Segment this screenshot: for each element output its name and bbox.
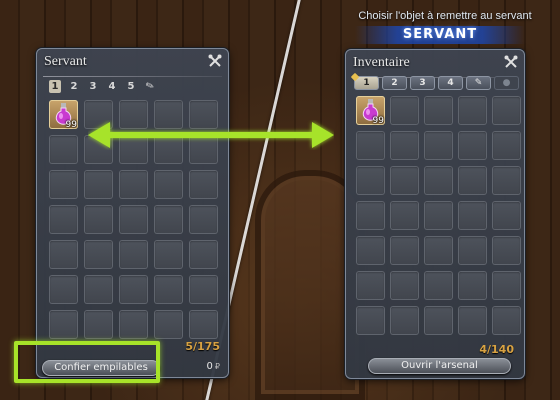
entrust-button-highlight bbox=[14, 341, 160, 383]
servant-item-slot[interactable] bbox=[84, 205, 113, 234]
inventory-item-slot[interactable] bbox=[390, 131, 419, 160]
servant-tab-1[interactable]: 1 bbox=[49, 80, 61, 93]
inventory-item-slot[interactable] bbox=[492, 271, 521, 300]
servant-item-slot[interactable] bbox=[189, 310, 218, 339]
servant-item-slot[interactable] bbox=[119, 310, 148, 339]
servant-item-slot[interactable] bbox=[154, 275, 183, 304]
inventory-item-slot[interactable] bbox=[458, 166, 487, 195]
inventory-item-slot[interactable] bbox=[458, 96, 487, 125]
servant-item-slot[interactable] bbox=[84, 310, 113, 339]
inventory-item-slot[interactable] bbox=[492, 166, 521, 195]
double-arrow-icon bbox=[88, 122, 334, 148]
gil-icon: ₽ bbox=[214, 362, 220, 371]
inventory-item-slot[interactable] bbox=[492, 201, 521, 230]
inventory-item-slot[interactable] bbox=[492, 96, 521, 125]
inventory-item-slot[interactable] bbox=[390, 166, 419, 195]
inventory-item-slot[interactable] bbox=[356, 271, 385, 300]
servant-item-slot[interactable] bbox=[154, 310, 183, 339]
inventory-item-slot[interactable] bbox=[424, 236, 453, 265]
inventory-title: Inventaire bbox=[353, 55, 410, 70]
inventory-item-slot[interactable] bbox=[356, 166, 385, 195]
inventory-item-slot[interactable] bbox=[458, 201, 487, 230]
inventory-tab-4[interactable]: 4 bbox=[438, 76, 463, 90]
servant-item-slot[interactable] bbox=[49, 170, 78, 199]
servant-item-slot[interactable] bbox=[154, 205, 183, 234]
servant-item-slot[interactable] bbox=[49, 310, 78, 339]
title-divider bbox=[43, 76, 222, 77]
header-subtitle: Choisir l'objet à remettre au servant bbox=[358, 10, 532, 22]
servant-item-slot[interactable] bbox=[154, 240, 183, 269]
inventory-item-slot[interactable] bbox=[458, 306, 487, 335]
servant-item-slot[interactable] bbox=[189, 240, 218, 269]
inventory-item-slot[interactable] bbox=[390, 236, 419, 265]
inventory-item-slot[interactable] bbox=[458, 271, 487, 300]
inventory-item-slot[interactable] bbox=[390, 201, 419, 230]
inventory-item-slot[interactable] bbox=[390, 306, 419, 335]
gil-display: 0 ₽ bbox=[207, 361, 220, 372]
servant-panel: Servant 1 2 3 4 5 ✎ 99 5/175 Confier emp… bbox=[36, 48, 229, 378]
inventory-item-slot[interactable] bbox=[424, 201, 453, 230]
inventory-item-slot[interactable] bbox=[492, 131, 521, 160]
inventory-panel: Inventaire 1 2 3 4 ✎ ● 99 4/140 Ouvrir l… bbox=[345, 49, 525, 379]
open-armoury-button[interactable]: Ouvrir l'arsenal bbox=[368, 358, 511, 374]
gil-amount: 0 bbox=[206, 361, 213, 372]
servant-tab-5[interactable]: 5 bbox=[125, 80, 137, 93]
inventory-item-slot[interactable] bbox=[356, 201, 385, 230]
inventory-item-slot[interactable] bbox=[390, 271, 419, 300]
servant-tabs: 1 2 3 4 5 ✎ bbox=[49, 80, 156, 93]
inventory-item-grid: 99 bbox=[356, 96, 521, 335]
inventory-item-count: 4/140 bbox=[479, 343, 514, 356]
servant-item-slot[interactable] bbox=[84, 170, 113, 199]
servant-title: Servant bbox=[44, 54, 87, 69]
inventory-item-slot[interactable] bbox=[492, 306, 521, 335]
servant-tab-3[interactable]: 3 bbox=[87, 80, 99, 93]
inventory-item-slot[interactable] bbox=[424, 131, 453, 160]
servant-item-slot[interactable] bbox=[119, 170, 148, 199]
servant-item-slot[interactable]: 99 bbox=[49, 100, 78, 130]
servant-item-slot[interactable] bbox=[189, 170, 218, 199]
servant-tab-4[interactable]: 4 bbox=[106, 80, 118, 93]
inventory-item-slot[interactable] bbox=[424, 166, 453, 195]
inventory-tabs: 1 2 3 4 ✎ ● bbox=[350, 72, 519, 90]
servant-item-slot[interactable] bbox=[119, 275, 148, 304]
inventory-item-slot[interactable] bbox=[356, 236, 385, 265]
inventory-item-slot[interactable] bbox=[424, 306, 453, 335]
servant-item-count: 5/175 bbox=[185, 340, 220, 353]
crystal-tab-icon[interactable]: ✎ bbox=[144, 80, 156, 93]
inventory-item-slot[interactable]: 99 bbox=[356, 96, 385, 126]
servant-item-slot[interactable] bbox=[49, 135, 78, 164]
servant-item-slot[interactable] bbox=[119, 205, 148, 234]
inventory-item-slot[interactable] bbox=[424, 96, 453, 125]
servant-item-slot[interactable] bbox=[84, 240, 113, 269]
inventory-item-slot[interactable] bbox=[458, 131, 487, 160]
inventory-tab-1[interactable]: 1 bbox=[350, 72, 379, 90]
servant-item-slot[interactable] bbox=[189, 205, 218, 234]
crystal-tab-icon[interactable]: ✎ bbox=[466, 76, 491, 90]
item-quantity: 99 bbox=[372, 116, 384, 126]
inventory-item-slot[interactable] bbox=[390, 96, 419, 125]
inventory-tab-2[interactable]: 2 bbox=[382, 76, 407, 90]
inventory-item-slot[interactable] bbox=[458, 236, 487, 265]
header-banner: SERVANT bbox=[355, 26, 525, 44]
servant-item-slot[interactable] bbox=[154, 170, 183, 199]
inventory-item-slot[interactable] bbox=[492, 236, 521, 265]
inventory-item-slot[interactable] bbox=[356, 306, 385, 335]
servant-item-slot[interactable] bbox=[49, 240, 78, 269]
inventory-item-slot[interactable] bbox=[424, 271, 453, 300]
bag-tab-icon[interactable]: ● bbox=[494, 76, 519, 90]
crossed-tools-icon[interactable] bbox=[208, 54, 222, 68]
servant-item-slot[interactable] bbox=[119, 240, 148, 269]
inventory-item-slot[interactable] bbox=[356, 131, 385, 160]
crossed-tools-icon[interactable] bbox=[504, 55, 518, 69]
servant-item-slot[interactable] bbox=[49, 275, 78, 304]
servant-item-slot[interactable] bbox=[49, 205, 78, 234]
item-quantity: 99 bbox=[65, 120, 77, 130]
inventory-tab-3[interactable]: 3 bbox=[410, 76, 435, 90]
servant-tab-2[interactable]: 2 bbox=[68, 80, 80, 93]
servant-item-slot[interactable] bbox=[84, 275, 113, 304]
servant-item-slot[interactable] bbox=[189, 275, 218, 304]
